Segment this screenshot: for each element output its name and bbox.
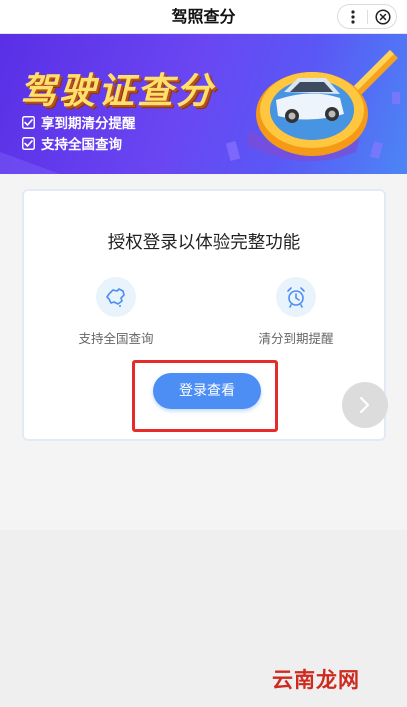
banner-feature-label: 支持全国查询: [41, 137, 122, 153]
login-view-button[interactable]: 登录查看: [153, 373, 261, 409]
title-bar: 驾照查分: [0, 0, 407, 34]
watermark: 云南龙网: [272, 668, 360, 692]
nationwide-feature-label: 支持全国查询: [78, 331, 154, 346]
nationwide-feature-icon-wrap: [96, 277, 136, 317]
alarm-clock-icon: [287, 287, 305, 308]
login-card: 授权登录以体验完整功能 支持全国查询 清分到期提醒 登录查看: [22, 189, 386, 441]
more-dots-icon: [350, 9, 355, 24]
checkbox-icon: [22, 136, 35, 150]
banner: 驾驶证查分 享到期清分提醒 支持全国查询: [0, 34, 407, 174]
magnifier-car-illustration: [256, 50, 398, 156]
china-map-icon: [106, 288, 125, 307]
close-circle-icon: [374, 8, 391, 25]
next-button[interactable]: [342, 382, 388, 428]
banner-feature-reminder: 享到期清分提醒: [22, 112, 136, 132]
reminder-feature-icon-wrap: [276, 277, 316, 317]
banner-title: 驾驶证查分: [20, 71, 216, 112]
close-button[interactable]: [368, 5, 397, 28]
miniprogram-capsule: [337, 4, 397, 29]
banner-feature-label: 享到期清分提醒: [41, 116, 136, 132]
banner-feature-nationwide: 支持全国查询: [22, 133, 122, 153]
card-title: 授权登录以体验完整功能: [107, 233, 301, 253]
reminder-feature-label: 清分到期提醒: [258, 331, 334, 346]
more-button[interactable]: [338, 5, 367, 28]
checkbox-icon: [22, 115, 35, 129]
chevron-right-icon: [359, 396, 370, 414]
